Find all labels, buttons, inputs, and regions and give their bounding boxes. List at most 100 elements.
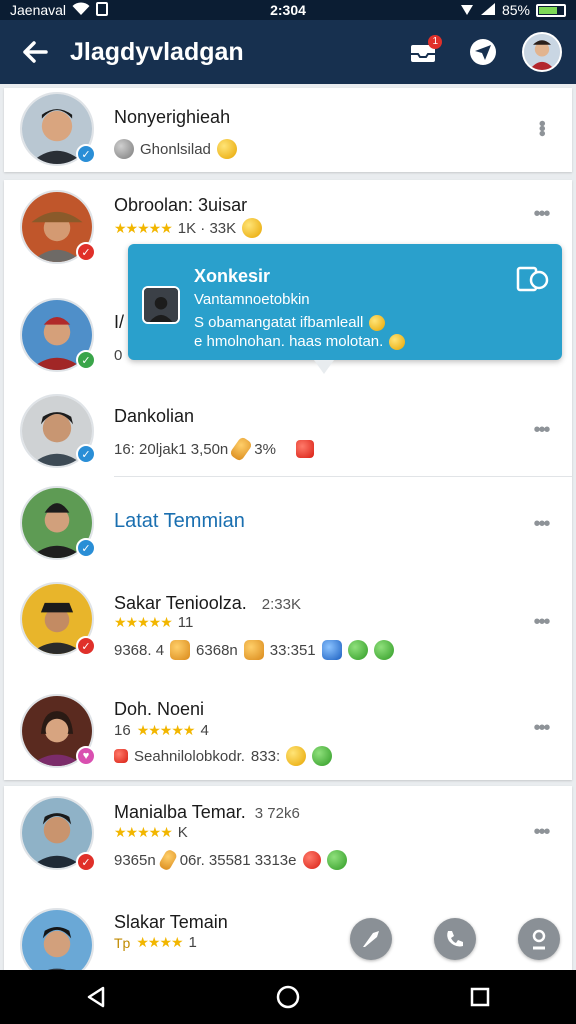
contact-subtitle: Seahnilolobkodr. 833: bbox=[114, 746, 333, 766]
contact-name-extra: 2:33K bbox=[261, 596, 301, 613]
notifications-button[interactable]: 1 bbox=[402, 31, 444, 73]
phone-icon bbox=[447, 931, 463, 947]
status-badge: ✓ bbox=[76, 636, 96, 656]
notification-popup[interactable]: Xonkesir Vantamnoetobkin S obamangatat i… bbox=[128, 244, 562, 360]
quill-icon bbox=[363, 931, 379, 947]
person-icon bbox=[532, 929, 546, 950]
popup-line-3-text: e hmolnohan. haas molotan. bbox=[194, 333, 384, 350]
badge-icon bbox=[321, 640, 342, 660]
contact-subtitle-text: 1K · 33K bbox=[177, 219, 237, 237]
contact-subtitle-text-2: 06r. 35581 3313e bbox=[179, 851, 297, 869]
share-button[interactable] bbox=[462, 31, 504, 73]
send-icon bbox=[470, 39, 496, 65]
contact-rating: Tp ★★★★ 1 bbox=[114, 934, 197, 951]
emoji-icon bbox=[216, 139, 237, 159]
contact-name: Dankolian bbox=[114, 406, 195, 426]
open-chat-icon[interactable] bbox=[516, 264, 550, 294]
battery-icon bbox=[536, 3, 566, 17]
contact-name: Obroolan: 3uisar bbox=[114, 195, 248, 215]
contact-name: I/ bbox=[114, 312, 125, 332]
nav-back-button[interactable] bbox=[66, 970, 126, 1024]
nav-recents-button[interactable] bbox=[450, 970, 510, 1024]
emoji-icon bbox=[302, 851, 321, 869]
contact-name: Latat Temmian bbox=[114, 510, 245, 532]
list-item[interactable]: ✓ Dankolian 16: 20ljak1 3,50n 3% ••• bbox=[4, 384, 572, 480]
rating-suffix: K bbox=[177, 824, 188, 841]
contact-rating: ★★★★★ 11 bbox=[114, 614, 193, 631]
call-fab[interactable] bbox=[434, 918, 476, 960]
contact-subtitle-text: 0 bbox=[114, 347, 123, 364]
rating-stars: ★★★★★ bbox=[114, 824, 173, 840]
contact-name: Slakar Temain bbox=[114, 912, 228, 932]
popup-title: Xonkesir bbox=[194, 266, 271, 286]
more-options-button[interactable]: ••• bbox=[524, 416, 558, 444]
status-badge: ✓ bbox=[76, 350, 96, 370]
popup-line-2-text: S obamangatat ifbamleall bbox=[194, 314, 364, 331]
triangle-back-icon bbox=[87, 986, 105, 1008]
back-button[interactable] bbox=[0, 20, 70, 84]
contact-subtitle-text: Seahnilolobkodr. bbox=[134, 747, 245, 765]
list-item[interactable]: ✓ Nonyerighieah Ghonlsilad ••• bbox=[4, 88, 572, 172]
contact-name-extra: 3 72k6 bbox=[254, 805, 300, 822]
rating-prefix: 16 bbox=[114, 722, 131, 739]
more-options-button[interactable]: ••• bbox=[524, 818, 558, 846]
contact-subtitle: 9365n 06r. 35581 3313e bbox=[114, 848, 347, 872]
rating-stars: ★★★★★ bbox=[136, 722, 196, 738]
nav-home-button[interactable] bbox=[258, 970, 318, 1024]
profile-avatar[interactable] bbox=[522, 32, 562, 72]
popup-line-3: e hmolnohan. haas molotan. bbox=[194, 333, 406, 350]
rating-prefix: Tp bbox=[114, 934, 131, 951]
contact-card: ✓ Nonyerighieah Ghonlsilad ••• bbox=[4, 88, 572, 172]
sim-icon bbox=[96, 1, 109, 19]
popup-pointer bbox=[314, 360, 334, 374]
more-options-button[interactable]: ••• bbox=[524, 608, 558, 636]
list-item[interactable]: ♥ Doh. Noeni 16 ★★★★★ 4 Seahnilolobkodr.… bbox=[4, 684, 572, 780]
popup-line-2: S obamangatat ifbamleall bbox=[194, 314, 386, 331]
contact-subtitle-text: 9368. 4 bbox=[114, 641, 165, 659]
signal-icon bbox=[480, 2, 496, 19]
contact-name: Sakar Tenioolza. 2:33K bbox=[114, 593, 301, 614]
arrow-left-icon bbox=[23, 41, 48, 63]
rating-stars: ★★★★★ bbox=[114, 614, 173, 630]
contact-rating: ★★★★★ K bbox=[114, 824, 188, 841]
emoji-icon bbox=[286, 746, 307, 766]
contact-name: Nonyerighieah bbox=[114, 107, 231, 127]
app-screen: Jaenaval 2:304 85% Jlagdyvladgan 1 ✓ Non… bbox=[0, 0, 576, 1024]
contact-subtitle-text: 16: 20ljak1 3,50n bbox=[114, 440, 229, 458]
more-options-button[interactable]: ••• bbox=[524, 510, 558, 538]
emoji-icon bbox=[242, 218, 263, 238]
contact-subtitle: 9368. 4 6368n 33:351 bbox=[114, 640, 394, 660]
timer-icon bbox=[114, 139, 134, 159]
pencil-icon bbox=[229, 435, 254, 463]
profile-fab[interactable] bbox=[518, 918, 560, 960]
rating-suffix: 1 bbox=[188, 934, 197, 951]
rating-suffix: 4 bbox=[200, 722, 209, 739]
list-item[interactable]: ✓ Sakar Tenioolza. 2:33K ★★★★★ 11 9368. … bbox=[4, 580, 572, 684]
more-options-button[interactable]: ••• bbox=[524, 714, 558, 742]
status-bar: Jaenaval 2:304 85% bbox=[0, 0, 576, 20]
popup-line-1: Vantamnoetobkin bbox=[194, 291, 310, 308]
circle-home-icon bbox=[276, 985, 300, 1009]
wifi-icon bbox=[72, 1, 90, 19]
battery-percent: 85% bbox=[501, 2, 530, 18]
compose-fab[interactable] bbox=[350, 918, 392, 960]
contact-name-text: Sakar Tenioolza. bbox=[114, 593, 247, 613]
app-bar: Jlagdyvladgan 1 bbox=[0, 20, 576, 84]
contact-subtitle: 0 bbox=[114, 347, 122, 364]
contact-subtitle-text: 9365n bbox=[114, 851, 156, 869]
rating-stars: ★★★★ bbox=[136, 934, 183, 950]
cake-icon bbox=[114, 749, 128, 763]
page-title: Jlagdyvladgan bbox=[70, 37, 244, 66]
list-item[interactable]: ✓ Manialba Temar. 3 72k6 ★★★★★ K 9365n 0… bbox=[4, 786, 572, 890]
notification-badge: 1 bbox=[428, 35, 442, 49]
smile-icon bbox=[326, 850, 347, 870]
emoji-icon bbox=[389, 333, 406, 350]
more-options-button[interactable]: ••• bbox=[524, 114, 558, 142]
emoji-icon bbox=[369, 314, 386, 331]
more-options-button[interactable]: ••• bbox=[524, 200, 558, 228]
status-badge: ✓ bbox=[76, 852, 96, 872]
contact-name: Manialba Temar. 3 72k6 bbox=[114, 802, 300, 823]
contact-subtitle-text-2: 6368n bbox=[196, 641, 238, 659]
list-item[interactable]: ✓ Latat Temmian ••• bbox=[4, 480, 572, 580]
divider bbox=[114, 476, 572, 477]
